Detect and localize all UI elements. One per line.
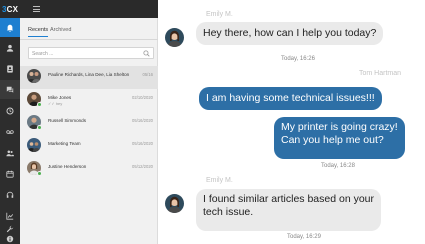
app-logo: 3 CX [2, 4, 19, 14]
message-bubble-outgoing: I am having some technical issues!!! [199, 87, 382, 110]
conversation-date: 05/16/2020 [132, 141, 153, 146]
voicemail-icon [6, 129, 14, 134]
left-nav-rail [0, 0, 20, 244]
message-line: I found similar articles based on your [203, 193, 374, 205]
chat-area: Emily M. Hey there, how can I help you t… [159, 0, 425, 244]
conversation-name: Marketing Team [48, 141, 81, 146]
avatar [27, 138, 41, 152]
online-status-dot [37, 102, 42, 107]
message-timestamp: Today, 16:28 [321, 163, 355, 169]
group-avatar [27, 69, 41, 83]
conversation-panel: Recents Archived Pauline Richards, Lina … [20, 18, 158, 244]
bell-icon [6, 24, 14, 32]
conversation-date: 05/12/2020 [132, 164, 153, 169]
message-sender: Emily M. [206, 177, 233, 184]
chat-icon [6, 86, 14, 93]
online-status-dot [37, 171, 42, 176]
history-nav[interactable] [0, 101, 20, 120]
avatar-image [165, 194, 184, 213]
people-icon [6, 150, 14, 156]
info-icon [6, 235, 14, 243]
conversation-date: 05/16/2020 [132, 118, 153, 123]
stats-icon [6, 212, 14, 220]
conversation-name: Pauline Richards, Lina Dee, Lia Shelton [48, 72, 130, 77]
online-status-dot [37, 125, 42, 130]
tab-recents[interactable]: Recents [28, 27, 49, 37]
calendar-nav[interactable] [0, 164, 20, 183]
conversation-item[interactable]: Justine Henderson 05/12/2020 [20, 158, 158, 181]
conversation-date: 02/10/2020 [132, 95, 153, 100]
sender-avatar [165, 194, 184, 213]
message-timestamp: Today, 16:26 [281, 56, 315, 62]
sender-avatar [165, 28, 184, 47]
wrench-icon [6, 225, 14, 233]
conversation-name: Mike Jones [48, 95, 72, 100]
conversation-tabs: Recents Archived [20, 18, 158, 40]
voicemail-nav[interactable] [0, 122, 20, 141]
message-line: My printer is going crazy! [281, 121, 398, 133]
message-sender: Tom Hartman [359, 70, 402, 77]
message-line: tech issue. [203, 206, 254, 218]
history-icon [6, 106, 14, 115]
user-icon [6, 44, 14, 52]
conversation-name: Russell Simmonds [48, 118, 87, 123]
message-bubble-outgoing: My printer is going crazy! Can you help … [274, 117, 405, 159]
avatar-image [165, 28, 184, 47]
contacts-nav[interactable] [0, 59, 20, 78]
avatar-image [27, 69, 41, 83]
stats-nav[interactable] [0, 206, 20, 225]
settings-nav[interactable] [0, 224, 20, 234]
conversation-preview: ✓✓ hey [48, 101, 63, 106]
info-nav[interactable] [0, 234, 20, 244]
conversation-item[interactable]: Pauline Richards, Lina Dee, Lia Shelton … [20, 66, 158, 89]
headset-icon [6, 191, 14, 198]
headset-nav[interactable] [0, 185, 20, 204]
people-nav[interactable] [0, 143, 20, 162]
profile-nav[interactable] [0, 38, 20, 57]
conversation-item[interactable]: Russell Simmonds 05/16/2020 [20, 112, 158, 135]
conversation-item[interactable]: Marketing Team 05/16/2020 [20, 135, 158, 158]
search-box [28, 47, 154, 59]
message-timestamp: Today, 16:29 [287, 234, 321, 240]
message-line: Can you help me out? [281, 134, 384, 146]
message-bubble-incoming: I found similar articles based on your t… [196, 189, 381, 231]
conversation-name: Justine Henderson [48, 164, 87, 169]
conversation-item[interactable]: Mike Jones 02/10/2020 ✓✓ hey [20, 89, 158, 112]
hamburger-menu-icon[interactable] [33, 6, 40, 12]
notifications-nav[interactable] [0, 18, 20, 37]
tab-archived[interactable]: Archived [50, 27, 71, 36]
message-sender: Emily M. [206, 11, 233, 18]
chat-nav[interactable] [0, 80, 20, 99]
search-icon[interactable] [143, 50, 150, 57]
contacts-icon [7, 64, 13, 73]
conversation-date: 05/16 [142, 72, 153, 77]
message-bubble-incoming: Hey there, how can I help you today? [196, 22, 384, 45]
top-bar: 3 CX [0, 0, 158, 18]
search-input[interactable] [32, 49, 137, 58]
calendar-icon [6, 170, 14, 178]
avatar-image [27, 138, 41, 152]
